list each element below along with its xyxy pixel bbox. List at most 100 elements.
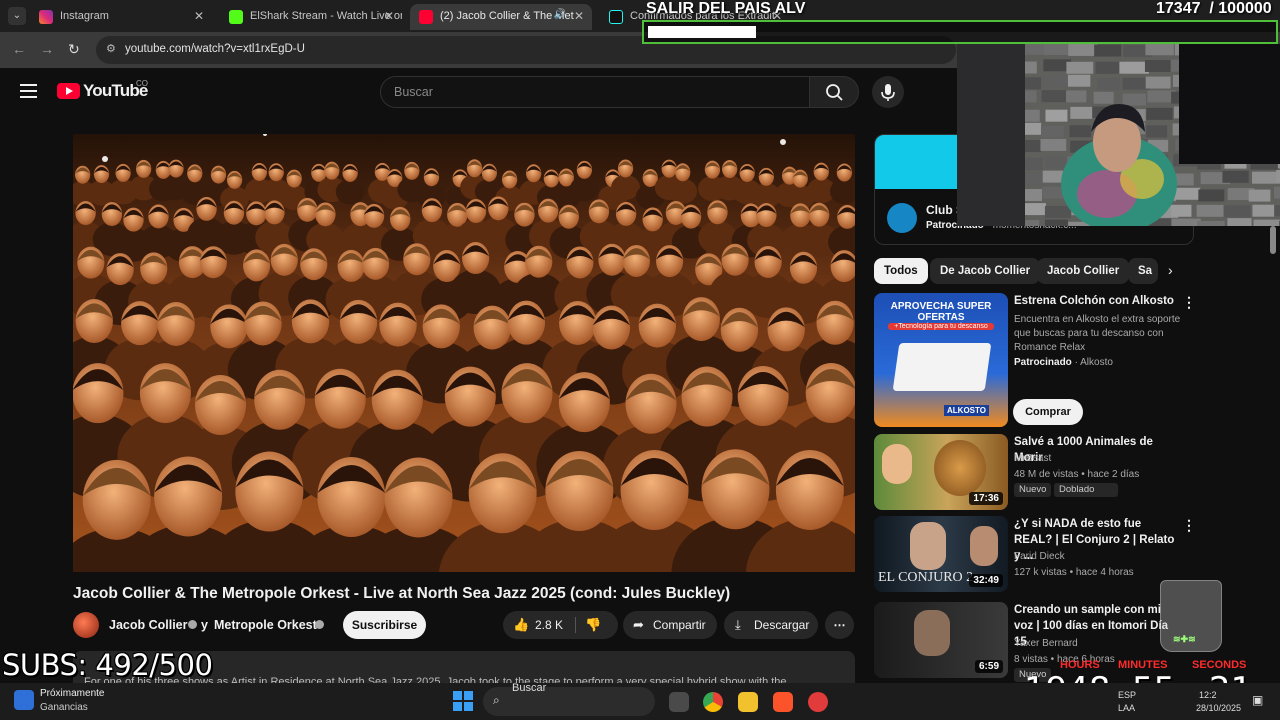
buy-button[interactable]: Comprar <box>1013 399 1083 425</box>
related-channel[interactable]: MrBeast <box>1014 452 1189 466</box>
brave-icon[interactable] <box>773 692 793 712</box>
video-duration: 17:36 <box>969 492 1003 505</box>
share-button[interactable]: ➦ Compartir <box>623 611 717 639</box>
close-tab-icon[interactable]: ✕ <box>574 9 584 23</box>
advertiser-logo <box>887 203 917 233</box>
thumb-text: APROVECHA SUPER OFERTAS <box>890 301 992 323</box>
video-duration: 6:59 <box>974 660 1003 673</box>
verified-icon <box>315 620 324 629</box>
tab-label: Instagram <box>60 10 109 22</box>
new-badge: Nuevo <box>1014 483 1052 497</box>
lion-face <box>934 440 986 496</box>
search-icon <box>826 84 843 101</box>
clock-date[interactable]: 28/10/2025 <box>1196 703 1241 713</box>
windows-start-icon[interactable] <box>453 691 473 711</box>
related-sponsor-line: Patrocinado · Alkosto <box>1014 357 1113 368</box>
video-player[interactable] <box>73 134 855 572</box>
widget-title[interactable]: Próximamente <box>40 688 104 699</box>
share-icon: ➦ <box>633 617 644 632</box>
verified-icon <box>188 620 197 629</box>
youtube-logo-icon[interactable] <box>57 83 80 99</box>
widget-subtitle: Ganancias <box>40 702 88 713</box>
clock-time[interactable]: 12:2 <box>1199 690 1217 700</box>
file-explorer-icon[interactable] <box>738 692 758 712</box>
chip-jacob-collier[interactable]: Jacob Collier <box>1037 258 1130 284</box>
related-thumbnail[interactable]: APROVECHA SUPER OFERTAS +Tecnología para… <box>874 293 1008 427</box>
forward-icon[interactable]: → <box>40 41 54 57</box>
channel-name-1[interactable]: Jacob Collier <box>109 618 188 632</box>
video-frame-crowd <box>73 134 855 572</box>
obs-icon[interactable] <box>808 692 828 712</box>
related-meta: 127 k vistas • hace 4 horas <box>1014 567 1134 578</box>
task-view-icon[interactable] <box>669 692 689 712</box>
reload-icon[interactable]: ↻ <box>68 41 80 58</box>
close-tab-icon[interactable]: ✕ <box>384 9 394 23</box>
share-label: Compartir <box>653 618 706 632</box>
more-options-icon[interactable]: ⋮ <box>1182 517 1196 534</box>
tab-search-icon[interactable]: ⌄ <box>8 7 26 25</box>
search-input[interactable]: Buscar <box>380 76 810 108</box>
chip-from-jacob-collier[interactable]: De Jacob Collier <box>930 258 1041 284</box>
thumb-logo: ALKOSTO <box>944 405 989 416</box>
speaker-icon[interactable]: 🔊 <box>554 9 566 20</box>
person-face <box>970 526 998 566</box>
like-icon[interactable]: 👍 <box>513 611 529 639</box>
person-face <box>882 444 912 484</box>
download-button[interactable]: ⤓ Descargar <box>724 611 818 639</box>
dislike-icon[interactable]: 👎 <box>585 611 601 639</box>
chip-truncated[interactable]: Sa <box>1128 258 1158 284</box>
video-title: Jacob Collier & The Metropole Orkest - L… <box>73 585 731 602</box>
instagram-icon <box>39 10 53 24</box>
download-label: Descargar <box>754 618 810 632</box>
chevron-right-icon[interactable]: › <box>1168 262 1173 278</box>
subscribe-button[interactable]: Suscribirse <box>343 611 426 639</box>
chrome-icon[interactable] <box>703 692 723 712</box>
notifications-icon[interactable]: ▣ <box>1252 693 1263 707</box>
person-face <box>914 610 950 656</box>
like-count[interactable]: 2.8 K <box>535 611 563 639</box>
microphone-icon <box>881 84 895 101</box>
subs-counter: SUBS: 492/500 <box>2 648 213 682</box>
dubbed-badge: Doblado <box>1054 483 1118 497</box>
person-face <box>910 522 946 570</box>
close-tab-icon[interactable]: ✕ <box>194 9 204 23</box>
channel-joiner: y <box>201 618 208 632</box>
tab-instagram[interactable]: Instagram ✕ <box>30 4 212 30</box>
tab-label: ElShark Stream - Watch Live on <box>250 10 402 22</box>
like-dislike-group: 👍 2.8 K 👎 <box>503 611 618 639</box>
chip-all[interactable]: Todos <box>874 258 928 284</box>
related-channel[interactable]: Farid Dieck <box>1014 550 1189 564</box>
goal-title: SALIR DEL PAIS ALV <box>646 0 806 17</box>
channel-name-2[interactable]: Metropole Orkest <box>214 618 317 632</box>
menu-icon[interactable] <box>20 84 37 98</box>
mattress-image <box>892 343 992 391</box>
keyboard-layout[interactable]: LAA <box>1118 703 1135 713</box>
related-meta: 48 M de vistas • hace 2 días <box>1014 469 1140 480</box>
back-icon[interactable]: ← <box>12 41 26 57</box>
page-scrollbar[interactable] <box>1270 226 1276 254</box>
search-button[interactable] <box>809 76 859 108</box>
tab-youtube-active[interactable]: (2) Jacob Collier & The Met 🔊 ✕ <box>410 4 592 30</box>
voice-search-button[interactable] <box>872 76 904 108</box>
url-text[interactable]: youtube.com/watch?v=xtl1rxEgD-U <box>125 43 305 55</box>
related-title[interactable]: Estrena Colchón con Alkosto <box>1014 293 1179 309</box>
search-icon: ⌕ <box>493 693 500 707</box>
channel-avatar[interactable] <box>73 612 99 638</box>
more-actions-icon[interactable]: ⋯ <box>825 611 854 639</box>
more-options-icon[interactable]: ⋮ <box>1182 294 1196 311</box>
language-indicator[interactable]: ESP <box>1118 690 1136 700</box>
related-description: Encuentra en Alkosto el extra soporte qu… <box>1014 314 1181 353</box>
related-thumbnail[interactable]: 6:59 <box>874 602 1008 678</box>
streamer-webcam <box>957 44 1280 226</box>
thumb-text: EL CONJURO 2 <box>878 570 974 585</box>
related-thumbnail[interactable]: EL CONJURO 2 32:49 <box>874 516 1008 592</box>
thumb-subtext: +Tecnología para tu descanso <box>888 323 994 330</box>
widgets-icon[interactable] <box>14 690 34 710</box>
site-info-icon[interactable]: ⚙ <box>106 42 116 55</box>
goal-progress-fill <box>648 26 756 38</box>
youtube-icon <box>419 10 433 24</box>
related-thumbnail[interactable]: 17:36 <box>874 434 1008 510</box>
taskbar-search[interactable]: ⌕ <box>483 687 655 716</box>
tab-elshark[interactable]: ElShark Stream - Watch Live on ✕ <box>220 4 402 30</box>
kick-icon <box>229 10 243 24</box>
